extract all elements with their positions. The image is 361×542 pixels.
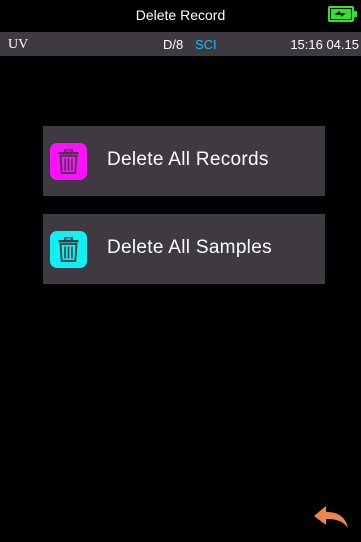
delete-record-screen: Delete Record UV D/8 SCI 15:16 04.15 Del… bbox=[0, 0, 361, 542]
measurement-geometry: D/8 bbox=[163, 37, 184, 52]
bottom-bar bbox=[0, 492, 361, 542]
delete-all-samples-button[interactable]: Delete All Samples bbox=[43, 214, 325, 284]
menu-item-label: Delete All Samples bbox=[107, 237, 272, 258]
measurement-mode: UV bbox=[8, 37, 29, 52]
delete-all-records-button[interactable]: Delete All Records bbox=[43, 126, 325, 196]
back-button[interactable] bbox=[313, 504, 349, 530]
trash-icon bbox=[50, 231, 87, 268]
menu-item-label: Delete All Records bbox=[107, 149, 269, 170]
page-title: Delete Record bbox=[135, 7, 226, 23]
status-bar: UV D/8 SCI 15:16 04.15 bbox=[0, 32, 361, 56]
back-arrow-icon bbox=[314, 506, 348, 528]
clock: 15:16 04.15 bbox=[290, 37, 359, 52]
charging-bolt-icon bbox=[335, 11, 346, 17]
specular-mode: SCI bbox=[195, 37, 217, 52]
trash-icon bbox=[50, 143, 87, 180]
battery-icon bbox=[328, 6, 357, 22]
title-bar: Delete Record bbox=[0, 0, 361, 32]
